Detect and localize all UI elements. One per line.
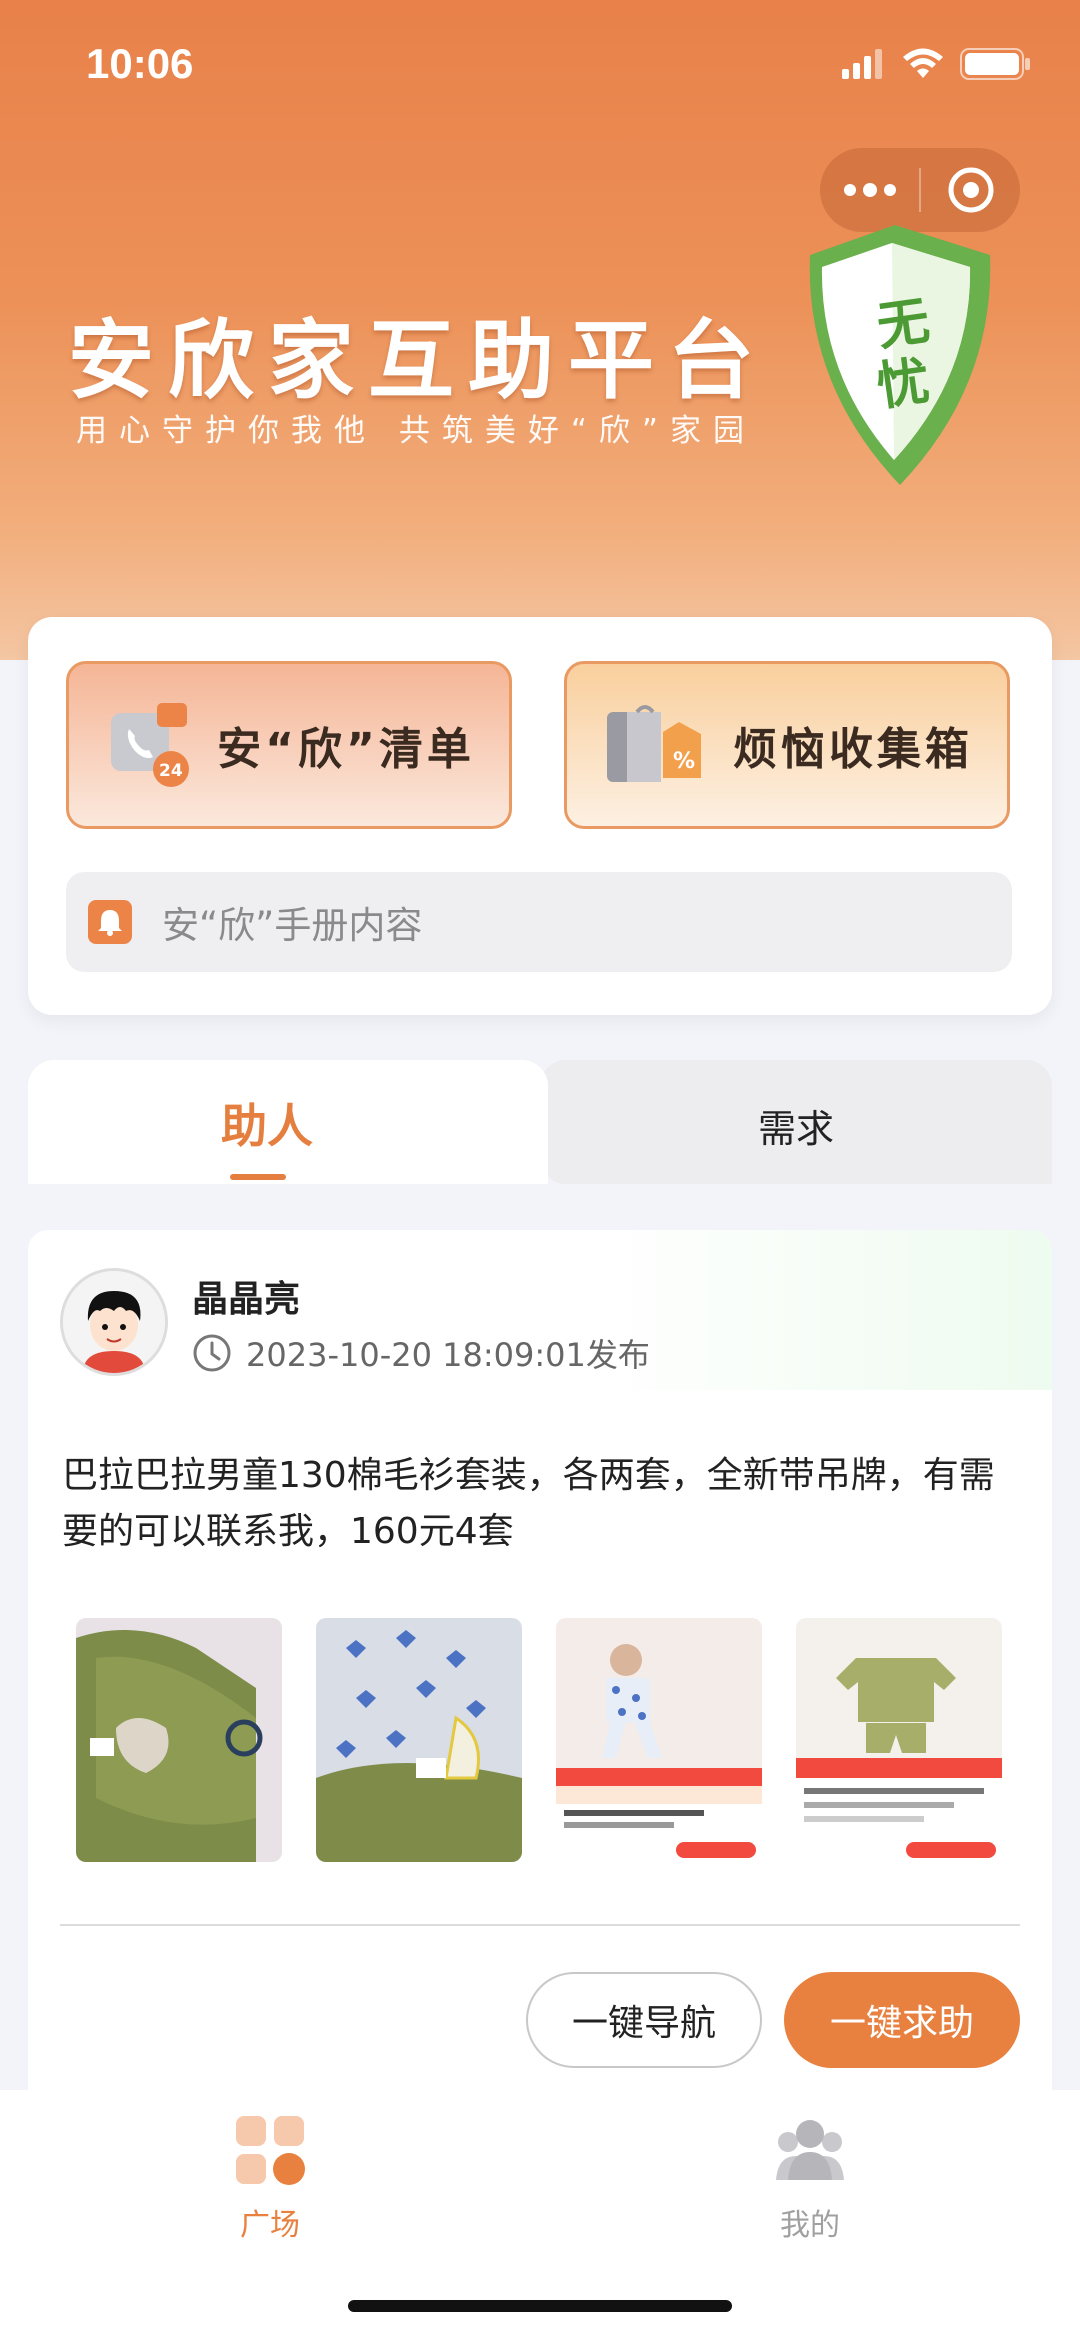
svg-text:无: 无 <box>873 291 933 358</box>
post-divider <box>60 1924 1020 1926</box>
bell-icon <box>88 900 132 944</box>
header-banner: 10:06 安欣家互助平台 用心守护你我他 共筑美好“欣”家园 无 忧 <box>0 0 1080 660</box>
tab-help-others[interactable]: 助人 <box>28 1060 548 1184</box>
avatar[interactable] <box>60 1268 168 1376</box>
post-content: 巴拉巴拉男童130棉毛衫套装，各两套，全新带吊牌，有需要的可以联系我，160元4… <box>62 1455 995 1552</box>
tabbar-label-mine: 我的 <box>780 2208 840 2243</box>
navigate-button[interactable]: 一键导航 <box>526 1972 762 2068</box>
post-image-3[interactable] <box>556 1618 762 1862</box>
people-icon <box>776 2120 844 2180</box>
tabbar-item-mine[interactable]: 我的 <box>710 2114 910 2244</box>
tab-needs[interactable]: 需求 <box>540 1060 1052 1184</box>
tabbar-item-square[interactable]: 广场 <box>170 2114 370 2244</box>
wifi-icon <box>903 48 943 78</box>
post-image-1[interactable] <box>76 1618 282 1862</box>
clock-icon <box>193 1334 231 1372</box>
worry-box-button[interactable]: % 烦恼收集箱 <box>564 661 1010 829</box>
shield-logo-icon: 无 忧 <box>809 225 991 485</box>
signal-icon <box>842 49 882 79</box>
quick-action-card: 24 安“欣”清单 % 烦恼收集箱 安“欣”手册内容 <box>28 617 1052 1015</box>
manual-placeholder: 安“欣”手册内容 <box>162 904 423 947</box>
post-images <box>76 1618 1002 1862</box>
shopping-bag-icon: % <box>607 705 701 782</box>
svg-text:%: % <box>673 749 695 774</box>
tab-help-others-label: 助人 <box>221 1099 313 1153</box>
post-image-4[interactable] <box>796 1618 1002 1862</box>
post-time: 2023-10-20 18:09:01发布 <box>192 1330 650 1376</box>
brand-subtitle: 用心守护你我他 共筑美好“欣”家园 <box>76 413 756 449</box>
post-image-2[interactable] <box>316 1618 522 1862</box>
post-card[interactable]: 晶晶亮 2023-10-20 18:09:01发布 巴拉巴拉男童130棉毛衫套装… <box>28 1230 1052 2110</box>
brand-title: 安欣家互助平台 <box>68 313 768 409</box>
home-indicator <box>348 2300 732 2312</box>
manual-search-bar[interactable]: 安“欣”手册内容 <box>66 872 1012 972</box>
anxin-list-label: 安“欣”清单 <box>217 724 475 775</box>
tab-active-underline <box>230 1174 286 1180</box>
request-help-button[interactable]: 一键求助 <box>784 1972 1020 2068</box>
target-icon <box>948 167 993 213</box>
post-time-text: 2023-10-20 18:09:01发布 <box>246 1336 650 1374</box>
feed-tabs: 需求 助人 <box>28 1060 1052 1184</box>
grid-icon <box>236 2116 305 2185</box>
tab-needs-label: 需求 <box>757 1107 834 1151</box>
more-dots-icon <box>843 183 896 197</box>
post-user-name: 晶晶亮 <box>192 1279 301 1320</box>
phone-24h-icon: 24 <box>111 703 190 787</box>
svg-text:忧: 忧 <box>873 351 933 418</box>
status-time: 10:06 <box>86 40 194 87</box>
battery-icon <box>960 48 1030 80</box>
anxin-list-button[interactable]: 24 安“欣”清单 <box>66 661 512 829</box>
tabbar-label-square: 广场 <box>240 2208 300 2243</box>
worry-box-label: 烦恼收集箱 <box>733 724 973 775</box>
svg-text:24: 24 <box>159 761 183 781</box>
status-icons <box>842 48 1032 80</box>
